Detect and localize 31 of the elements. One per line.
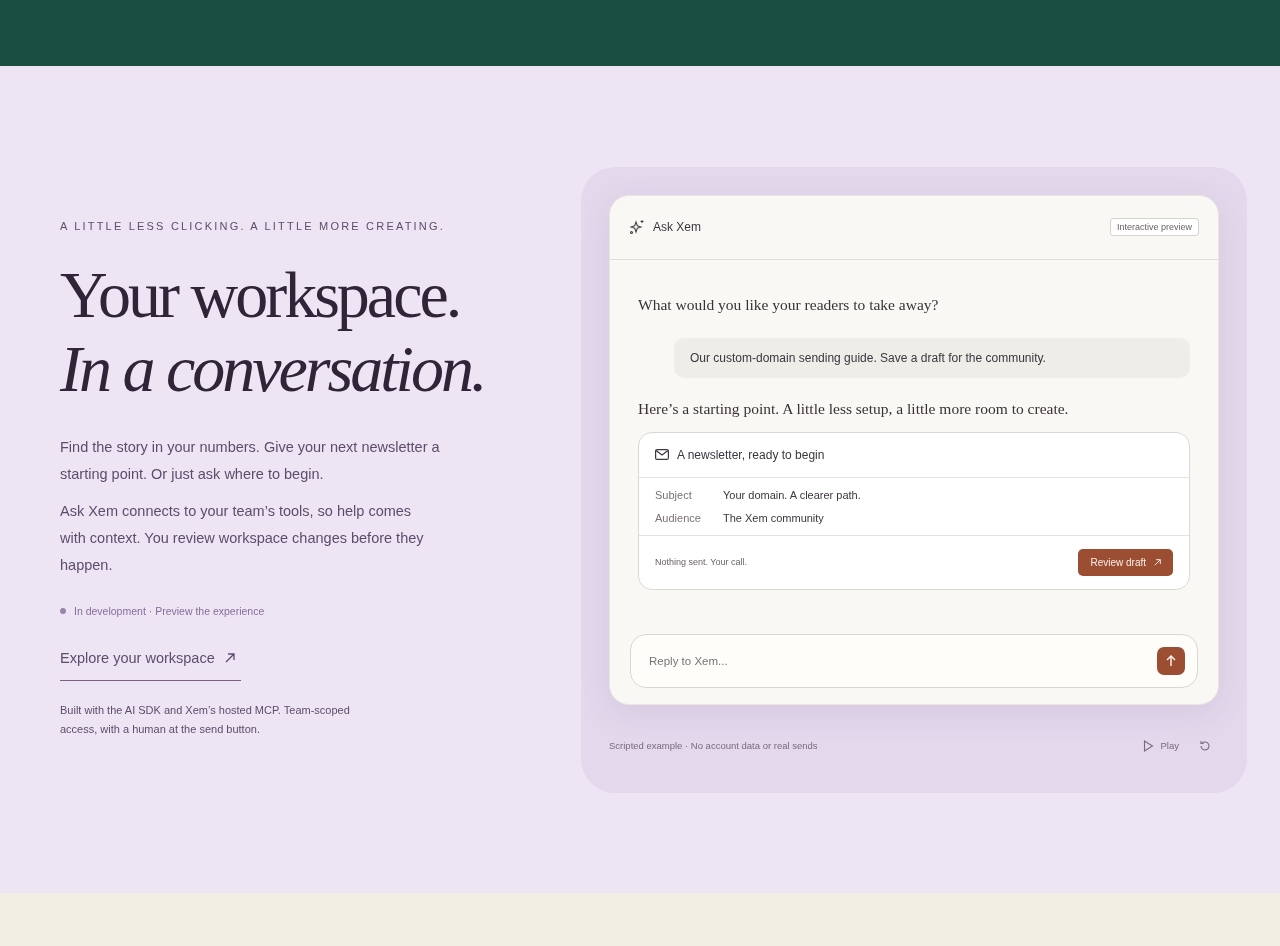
hero-heading: Your workspace. In a conversation. [60,258,486,407]
field-label: Subject [655,488,693,501]
field-value: Your domain. A clearer path. [723,488,862,501]
arrow-icon [224,653,235,663]
caption-text: Scripted example · No account data or real sends [609,740,818,751]
restart-button[interactable] [1199,739,1211,752]
sparkle-icon [629,219,645,235]
play-button[interactable]: Play [1142,739,1179,752]
restart-icon [1199,739,1211,752]
field-label: Audience [655,511,702,524]
footnote-text: Built with the AI SDK and Xem’s hosted MCP. Team-scoped access, with a human at the send button. [60,703,351,737]
field-value: The Xem community [723,511,825,524]
preview-badge: Interactive preview [1109,218,1199,236]
send-button[interactable] [1157,646,1185,675]
reply-field[interactable]: Reply to Xem... [647,653,1157,668]
arrow-up-icon [1165,654,1177,667]
eyebrow-text: A LITTLE LESS CLICKING. A LITTLE MORE CREATING. [60,220,446,232]
mail-icon [655,449,669,460]
user-message: Our custom-domain sending guide. Save a draft for the community. [674,337,1190,378]
assistant-message: Here’s a starting point. A little less setup, a little more room to create. [638,399,1070,418]
chat-title: Ask Xem [653,220,701,234]
status-text: In development · Preview the experience [74,605,265,617]
play-icon [1142,739,1154,752]
review-draft-button[interactable]: Review draft [1078,548,1173,576]
draft-note: Nothing sent. Your call. [655,557,748,567]
draft-title: A newsletter, ready to begin [677,447,825,462]
explore-link[interactable]: Explore your workspace [60,650,241,681]
assistant-message: What would you like your readers to take away? [638,295,940,314]
arrow-icon [1154,558,1161,566]
body-paragraph: Find the story in your numbers. Give your next newsletter a starting point. Or just ask where to begin. [60,438,440,484]
body-paragraph: Ask Xem connects to your team’s tools, so help comes with context. You review workspace changes before they happen. [60,502,425,575]
